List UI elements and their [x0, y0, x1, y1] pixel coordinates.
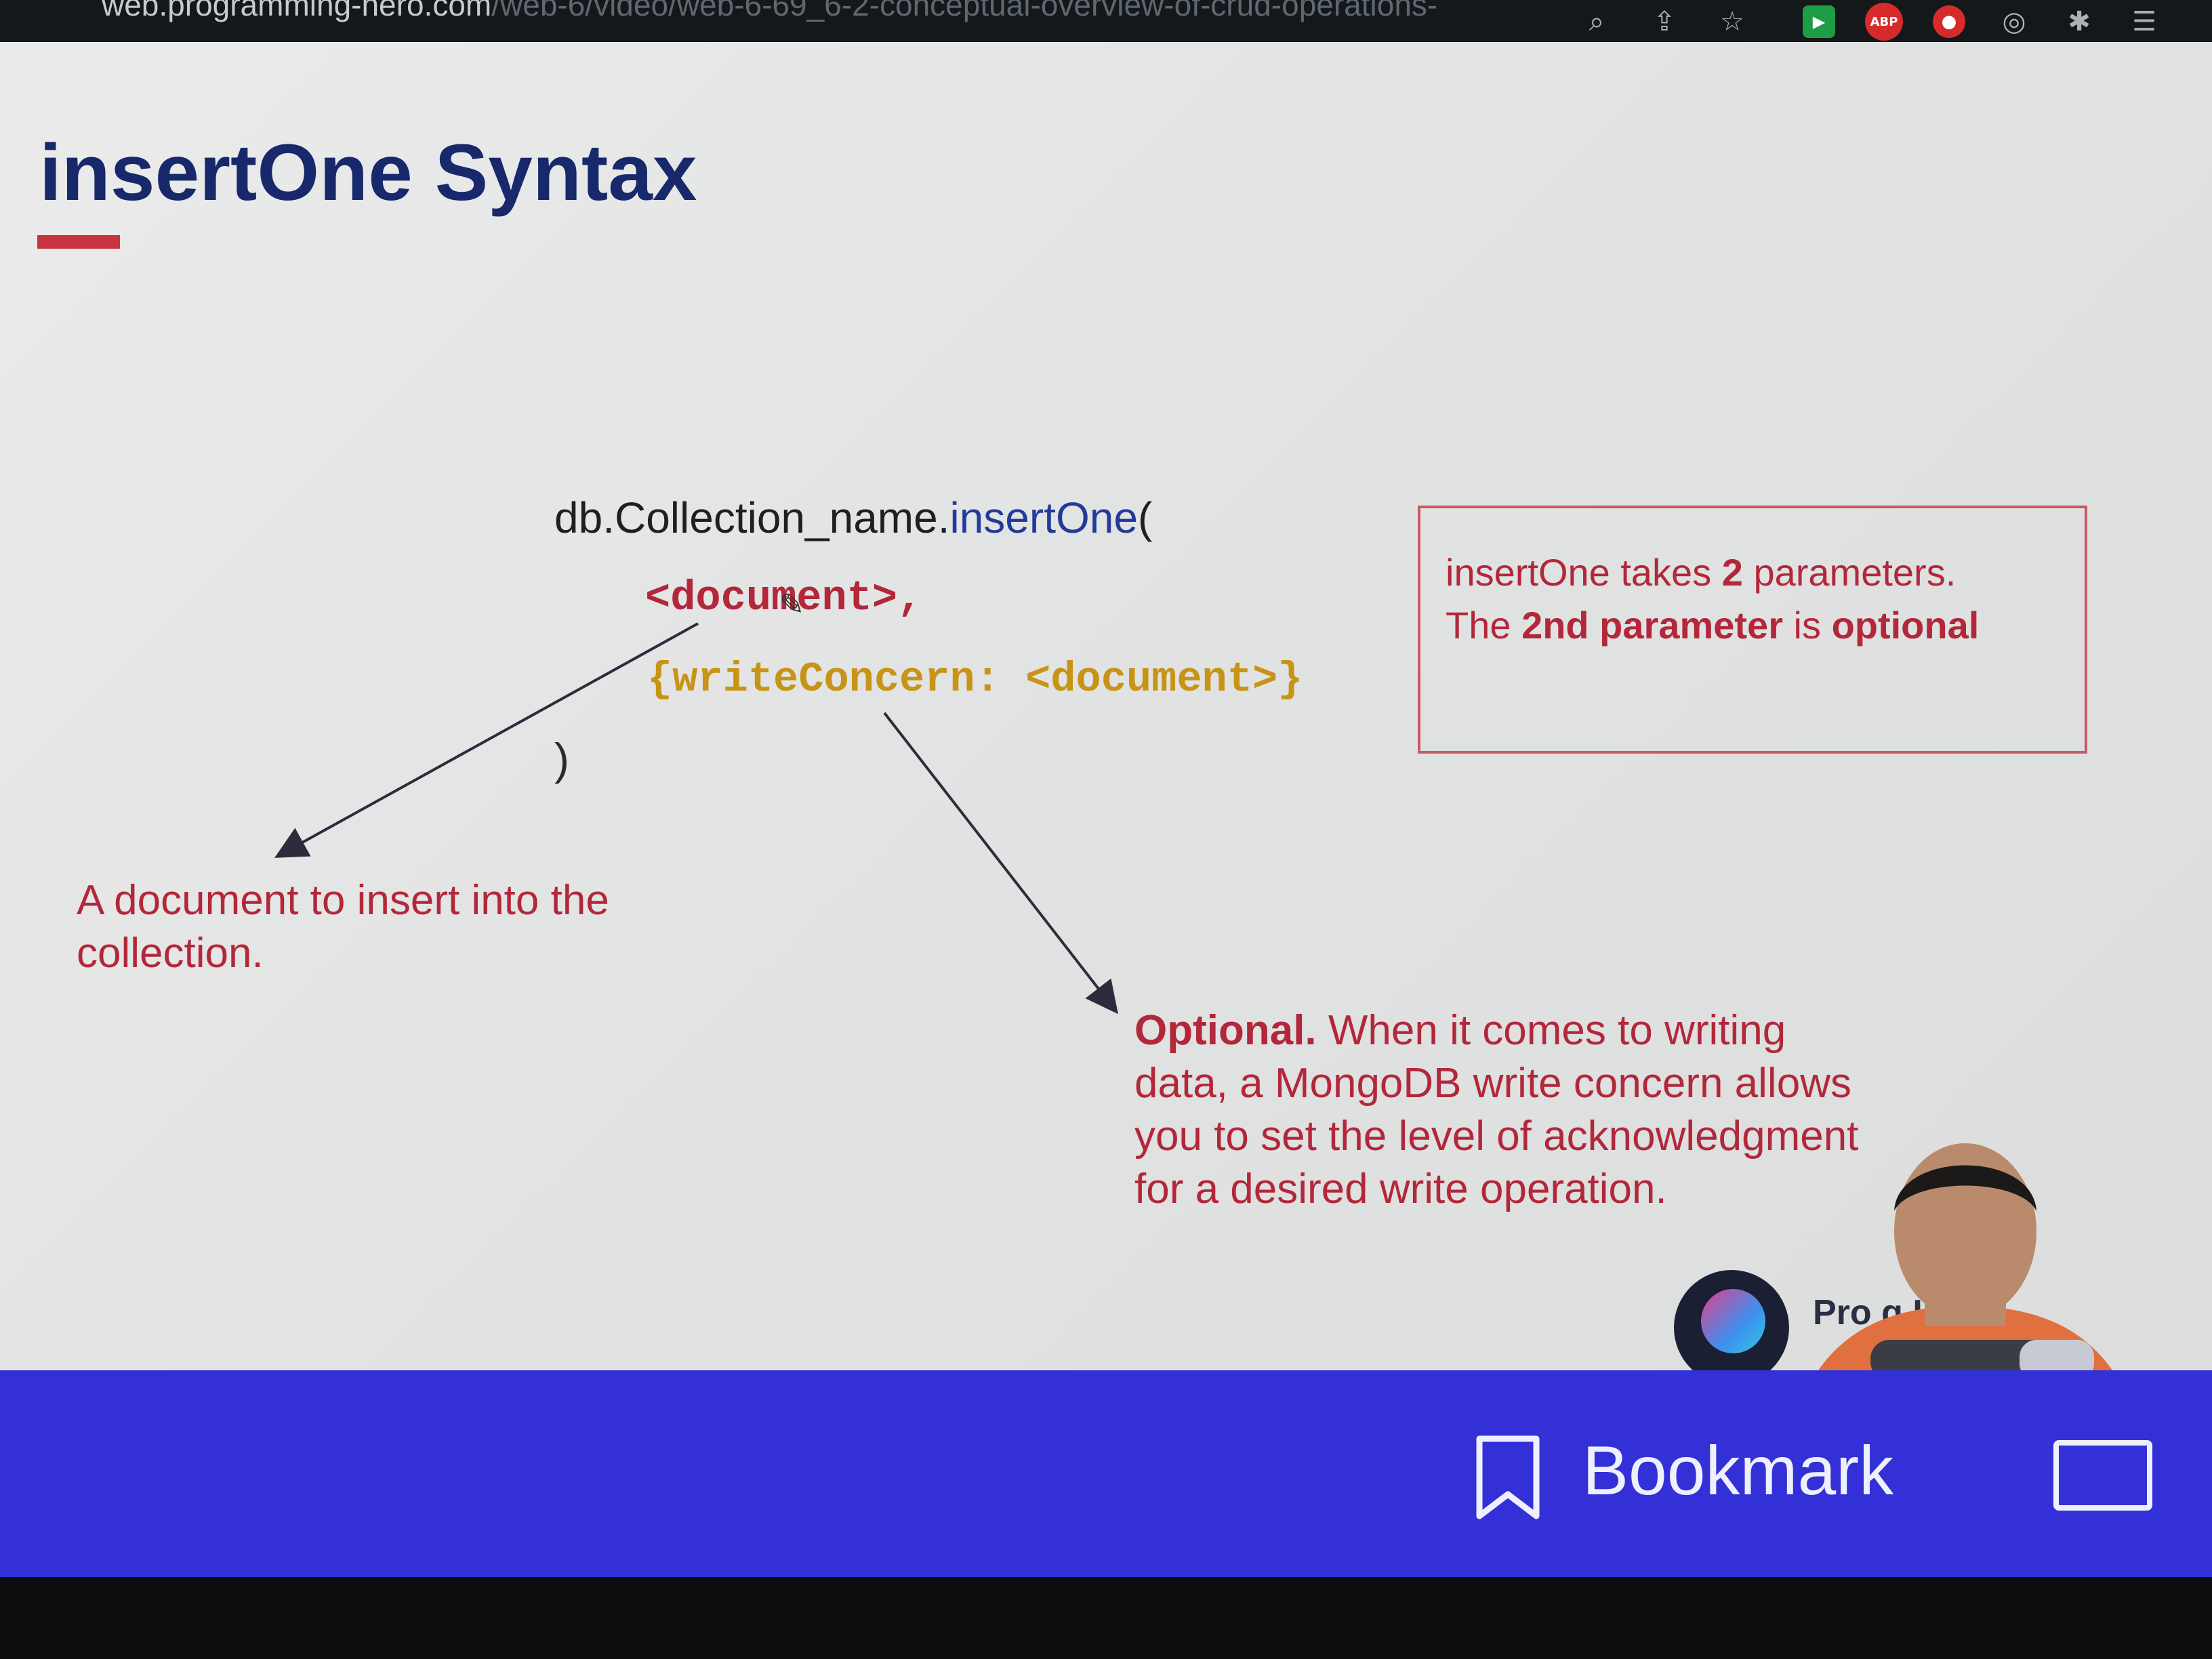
- reading-list-icon[interactable]: ☰: [2128, 5, 2160, 38]
- info-l1-c: parameters.: [1742, 551, 1957, 594]
- fullscreen-icon[interactable]: [2053, 1440, 2152, 1511]
- info-l2-c: is: [1783, 604, 1832, 647]
- arrow-to-document-note: [274, 622, 699, 858]
- extension-circle-icon[interactable]: ◎: [1998, 5, 2030, 38]
- search-icon[interactable]: ⌕: [1580, 5, 1613, 38]
- presenter-webcam: [1818, 1143, 2112, 1370]
- star-icon[interactable]: ☆: [1716, 5, 1748, 38]
- info-line-1: insertOne takes 2 parameters.: [1446, 550, 1956, 594]
- info-l1-b: 2: [1721, 551, 1743, 594]
- info-line-2: The 2nd parameter is optional: [1446, 603, 1979, 647]
- optional-note: Optional. When it comes to writing data,…: [1134, 1004, 1866, 1216]
- document-note: A document to insert into the collection…: [77, 877, 609, 977]
- address-bar[interactable]: web.programming-hero.com/web-6/video/web…: [102, 0, 1437, 23]
- info-l2-a: The: [1446, 604, 1522, 647]
- extension-green-icon[interactable]: ▶: [1803, 5, 1835, 38]
- slide: insertOne Syntax db.Collection_name.inse…: [0, 42, 2212, 1370]
- url-path: /web-6/video/web-6-69_6-2-conceptual-ove…: [491, 0, 1438, 22]
- bookmark-button[interactable]: Bookmark: [1582, 1431, 1893, 1511]
- brand-logo-mark: [1701, 1289, 1765, 1353]
- bookmark-icon[interactable]: [1474, 1433, 1542, 1521]
- share-icon[interactable]: ⇪: [1648, 5, 1681, 38]
- browser-toolbar: web.programming-hero.com/web-6/video/web…: [0, 0, 2212, 42]
- info-l2-d: optional: [1831, 604, 1980, 647]
- adblock-label: ABP: [1870, 14, 1898, 29]
- info-l1-a: insertOne takes: [1446, 551, 1722, 594]
- puzzle-icon[interactable]: ✱: [2063, 5, 2095, 38]
- adblock-icon[interactable]: ABP: [1865, 3, 1903, 41]
- info-l2-b: 2nd parameter: [1521, 604, 1783, 647]
- extension-red-icon[interactable]: ●: [1933, 5, 1965, 38]
- arrow-to-optional-note: [883, 712, 1118, 1015]
- url-host: web.programming-hero.com: [102, 0, 492, 22]
- optional-note-bold: Optional.: [1134, 1007, 1317, 1054]
